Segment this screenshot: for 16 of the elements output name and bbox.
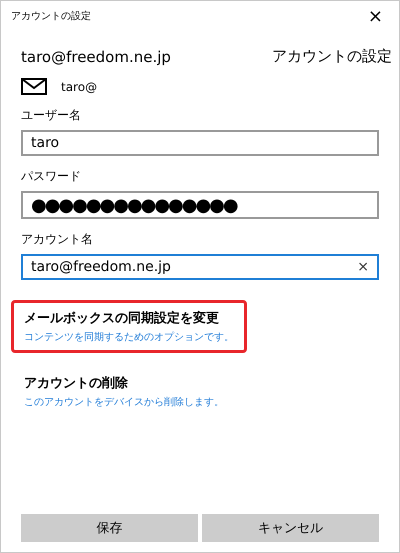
field-label: パスワード xyxy=(21,168,82,185)
window-title: アカウントの設定 xyxy=(11,10,91,23)
account-email: taro@freedom.ne.jp xyxy=(21,48,171,66)
settings-link[interactable]: アカウントの削除 このアカウントをデバイスから削除します。 xyxy=(11,365,237,418)
dialog-button[interactable]: キャンセル xyxy=(202,514,379,542)
dialog-button[interactable]: 保存 xyxy=(21,514,198,542)
envelope-icon xyxy=(21,78,47,95)
input-field[interactable]: taro@freedom.ne.jp × xyxy=(21,254,379,280)
field-label: ユーザー名 xyxy=(21,107,82,124)
field-label: アカウント名 xyxy=(21,231,94,248)
settings-link[interactable]: メールボックスの同期設定を変更 コンテンツを同期するためのオプションです。 xyxy=(11,300,247,353)
close-button[interactable]: × xyxy=(364,6,387,26)
input-field[interactable]: taro xyxy=(21,130,379,156)
account-address: taro@ xyxy=(61,80,98,94)
input-field[interactable]: ●●●●●●●●●●●●●●● xyxy=(21,191,379,219)
page-heading: アカウントの設定 xyxy=(272,47,392,66)
